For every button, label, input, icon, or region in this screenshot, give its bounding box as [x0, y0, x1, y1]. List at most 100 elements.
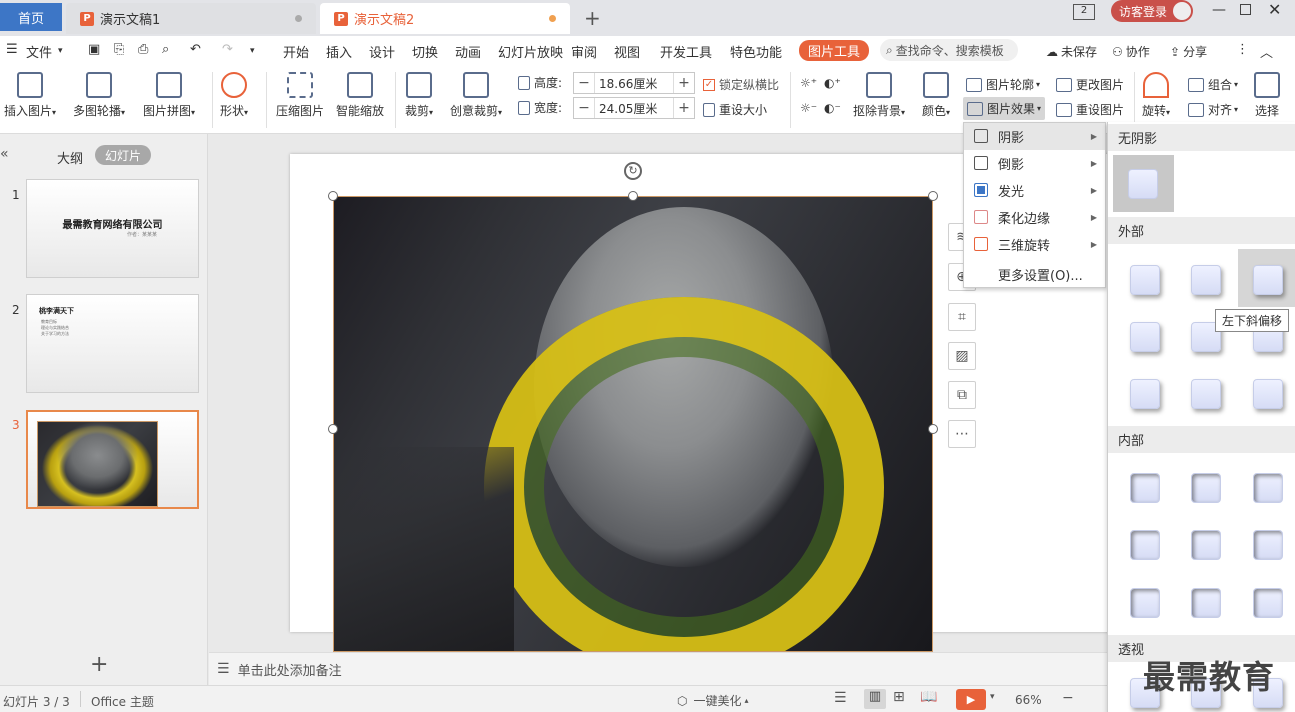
rotate-handle-icon[interactable]: ↻ [624, 162, 642, 180]
rotate-button[interactable]: 旋转▾ [1142, 72, 1170, 119]
resize-handle-right[interactable] [928, 424, 938, 434]
crop-tool-icon[interactable]: ⌗ [948, 303, 976, 331]
notes-bar[interactable]: ☰ 单击此处添加备注 [209, 652, 1109, 685]
contrast-down-icon[interactable]: ◐⁻ [824, 101, 841, 115]
resize-handle-tl[interactable] [328, 191, 338, 201]
compress-button[interactable]: 压缩图片 [276, 72, 324, 119]
unsaved-status[interactable]: ☁ 未保存 [1046, 43, 1097, 60]
shadow-option-inner[interactable] [1253, 530, 1283, 560]
menu-start[interactable]: 开始 [283, 42, 309, 61]
select-button[interactable]: 选择 [1254, 72, 1280, 119]
height-decrement[interactable]: − [574, 75, 594, 91]
normal-view-icon[interactable]: ▥ [864, 689, 886, 709]
save-icon[interactable]: ▣ [88, 42, 100, 57]
beautify-button[interactable]: ⬡ 一键美化 ▴ [677, 692, 749, 709]
menu-animation[interactable]: 动画 [455, 42, 481, 61]
sorter-view-icon[interactable]: ⊞ [893, 689, 905, 705]
creative-crop-button[interactable]: 创意裁剪▾ [450, 72, 502, 119]
menu-item-more-settings[interactable]: 更多设置(O)... [964, 261, 1105, 288]
search-box[interactable]: ⌕ 查找命令、搜索模板 [880, 39, 1018, 61]
insert-picture-button[interactable]: 插入图片▾ [4, 72, 56, 119]
play-slideshow-button[interactable]: ▶ [956, 689, 986, 710]
zoom-out-icon[interactable]: − [1062, 690, 1074, 706]
multi-carousel-button[interactable]: 多图轮播▾ [73, 72, 125, 119]
shadow-option-inner[interactable] [1253, 588, 1283, 618]
play-options-icon[interactable]: ▾ [990, 692, 995, 702]
reset-size-button[interactable]: 重设大小 [703, 101, 767, 118]
menu-item-reflection[interactable]: 倒影 ▶ [964, 150, 1105, 177]
shadow-option-outer-diag-bottom-left[interactable] [1253, 265, 1283, 295]
share-button[interactable]: ⇪ 分享 [1170, 43, 1207, 60]
color-button[interactable]: 颜色▾ [922, 72, 950, 119]
height-increment[interactable]: + [674, 75, 694, 91]
picture-tools-tab[interactable]: 图片工具 [799, 40, 869, 61]
width-increment[interactable]: + [674, 100, 694, 116]
redo-icon[interactable]: ↷ [222, 42, 233, 57]
print-preview-icon[interactable]: ⌕ [162, 42, 169, 57]
slide-thumbnail-3[interactable] [26, 410, 199, 509]
menu-item-shadow[interactable]: 阴影 ▶ [964, 123, 1105, 150]
menu-developer[interactable]: 开发工具 [660, 42, 712, 61]
minimize-icon[interactable]: — [1212, 2, 1226, 18]
menu-insert[interactable]: 插入 [326, 42, 352, 61]
menu-transition[interactable]: 切换 [412, 42, 438, 61]
reset-picture-button[interactable]: 重设图片 [1056, 101, 1124, 118]
export-icon[interactable]: ⎘ [114, 42, 124, 57]
collab-button[interactable]: ⚇ 协作 [1112, 43, 1150, 60]
tab-doc2[interactable]: P 演示文稿2 [320, 3, 570, 34]
menu-view[interactable]: 视图 [614, 42, 640, 61]
selected-picture[interactable] [333, 196, 933, 652]
shadow-option-inner[interactable] [1130, 588, 1160, 618]
close-icon[interactable]: ✕ [1268, 0, 1281, 19]
replace-picture-icon[interactable]: ⧉ [948, 381, 976, 409]
collapse-ribbon-icon[interactable]: ︿ [1260, 42, 1273, 61]
resize-handle-left[interactable] [328, 424, 338, 434]
shadow-option-inner[interactable] [1130, 473, 1160, 503]
shadow-option-inner[interactable] [1191, 588, 1221, 618]
align-button[interactable]: 对齐 ▾ [1188, 101, 1238, 118]
hamburger-icon[interactable]: ☰ [6, 42, 18, 57]
shadow-option-outer[interactable] [1130, 265, 1160, 295]
shadow-option-inner[interactable] [1130, 530, 1160, 560]
add-slide-plus-icon[interactable]: + [90, 652, 108, 677]
more-icon[interactable]: ⋮ [1236, 42, 1249, 57]
picture-outline-button[interactable]: 图片轮廓 ▾ [966, 76, 1040, 93]
shadow-option-outer[interactable] [1191, 265, 1221, 295]
zoom-level[interactable]: 66% [1015, 693, 1042, 707]
notes-toggle-icon[interactable]: ☰ [834, 690, 847, 706]
contrast-up-icon[interactable]: ◐⁺ [824, 76, 841, 90]
menu-features[interactable]: 特色功能 [730, 42, 782, 61]
reading-view-icon[interactable]: 📖 [920, 689, 937, 705]
menu-design[interactable]: 设计 [369, 42, 395, 61]
tab-home[interactable]: 首页 [0, 3, 62, 31]
height-value[interactable]: 18.66厘米 [594, 73, 674, 93]
menu-slideshow[interactable]: 幻灯片放映 [498, 42, 563, 61]
tab-doc1[interactable]: P 演示文稿1 [66, 3, 316, 34]
resize-handle-tr[interactable] [928, 191, 938, 201]
slides-tab[interactable]: 幻灯片 [95, 145, 151, 165]
outline-tab[interactable]: 大纲 [57, 148, 83, 167]
picture-effects-button[interactable]: 图片效果 ▾ [963, 97, 1046, 120]
brightness-up-icon[interactable]: ☼⁺ [800, 76, 817, 90]
smart-zoom-button[interactable]: 智能缩放 [336, 72, 384, 119]
picture-frame-icon[interactable]: ▨ [948, 342, 976, 370]
group-button[interactable]: 组合 ▾ [1188, 76, 1238, 93]
no-shadow-option[interactable] [1113, 155, 1174, 212]
remove-bg-button[interactable]: 抠除背景▾ [853, 72, 905, 119]
menu-item-3d-rotation[interactable]: 三维旋转 ▶ [964, 231, 1105, 258]
more-tools-icon[interactable]: ⋯ [948, 420, 976, 448]
customize-icon[interactable]: ▾ [250, 46, 255, 56]
slide-thumbnail-2[interactable]: 桃李满天下 教育目标 理论与实践结合 关于学习的方法 [26, 294, 199, 393]
print-icon[interactable]: ⎙ [138, 42, 148, 57]
new-tab-plus-icon[interactable]: + [584, 6, 601, 30]
shadow-option-inner[interactable] [1253, 473, 1283, 503]
menu-item-glow[interactable]: 发光 ▶ [964, 177, 1105, 204]
change-picture-button[interactable]: 更改图片 [1056, 76, 1124, 93]
shadow-option-outer[interactable] [1130, 379, 1160, 409]
crop-button[interactable]: 裁剪▾ [405, 72, 433, 119]
shadow-option-inner[interactable] [1191, 473, 1221, 503]
shape-button[interactable]: 形状▾ [220, 72, 248, 119]
file-menu[interactable]: 文件 [26, 42, 52, 61]
shadow-option-outer[interactable] [1253, 379, 1283, 409]
height-field[interactable]: −18.66厘米 + [573, 72, 695, 94]
